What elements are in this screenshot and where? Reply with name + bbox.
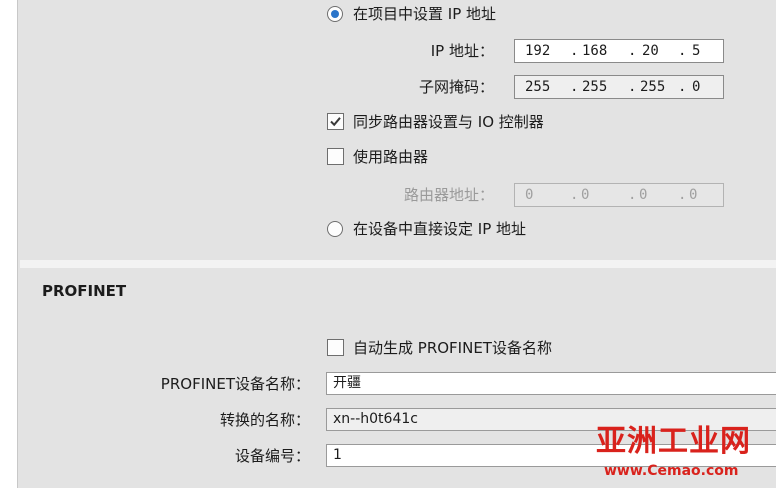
ip-octet-4: 5: [692, 43, 701, 59]
device-name-input[interactable]: 开疆: [326, 372, 776, 395]
router-dot: .: [628, 187, 637, 203]
watermark-brand: 亚洲工业网: [596, 424, 751, 459]
profinet-section-title: PROFINET: [42, 282, 127, 300]
router-octet-4: 0: [689, 187, 698, 203]
ip-dot: .: [570, 43, 579, 59]
mask-dot: .: [628, 79, 637, 95]
router-octet-2: 0: [581, 187, 590, 203]
ip-octet-3: 20: [642, 43, 659, 59]
subnet-mask-field[interactable]: 255 . 255 . 255 . 0: [514, 75, 724, 99]
router-address-field[interactable]: 0 . 0 . 0 . 0: [514, 183, 724, 207]
radio-set-ip-on-device[interactable]: [327, 221, 343, 237]
radio-set-ip-in-project-label: 在项目中设置 IP 地址: [353, 5, 497, 23]
mask-octet-3: 255: [640, 79, 666, 95]
mask-octet-1: 255: [525, 79, 551, 95]
router-dot: .: [678, 187, 687, 203]
radio-set-ip-in-project[interactable]: [327, 6, 343, 22]
radio-set-ip-on-device-label: 在设备中直接设定 IP 地址: [353, 220, 527, 238]
use-router-checkbox[interactable]: [327, 148, 344, 165]
auto-generate-name-checkbox[interactable]: [327, 339, 344, 356]
device-number-label: 设备编号：: [234, 447, 310, 465]
ip-octet-1: 192: [525, 43, 551, 59]
router-address-label: 路由器地址：: [403, 186, 494, 204]
device-name-label: PROFINET设备名称：: [160, 375, 310, 393]
subnet-mask-label: 子网掩码：: [418, 78, 494, 96]
ip-address-field[interactable]: 192 . 168 . 20 . 5: [514, 39, 724, 63]
watermark-url: www.Cemao.com: [604, 463, 739, 479]
ip-octet-2: 168: [582, 43, 608, 59]
auto-generate-name-label: 自动生成 PROFINET设备名称: [353, 339, 552, 357]
converted-name-label: 转换的名称：: [219, 411, 310, 429]
left-scroll-gutter: [0, 0, 18, 488]
sync-router-checkbox[interactable]: [327, 113, 344, 130]
mask-dot: .: [570, 79, 579, 95]
checkmark-icon: [330, 117, 341, 127]
router-octet-3: 0: [639, 187, 648, 203]
ip-address-label: IP 地址：: [430, 42, 494, 60]
section-divider: [20, 260, 776, 268]
ip-dot: .: [628, 43, 637, 59]
router-dot: .: [570, 187, 579, 203]
mask-octet-2: 255: [582, 79, 608, 95]
ip-dot: .: [678, 43, 687, 59]
mask-octet-4: 0: [692, 79, 701, 95]
mask-dot: .: [678, 79, 687, 95]
use-router-label: 使用路由器: [353, 148, 429, 166]
router-octet-1: 0: [525, 187, 534, 203]
sync-router-label: 同步路由器设置与 IO 控制器: [353, 113, 544, 131]
watermark-logo: 亚洲工业网 www.Cemao.com: [596, 424, 770, 484]
